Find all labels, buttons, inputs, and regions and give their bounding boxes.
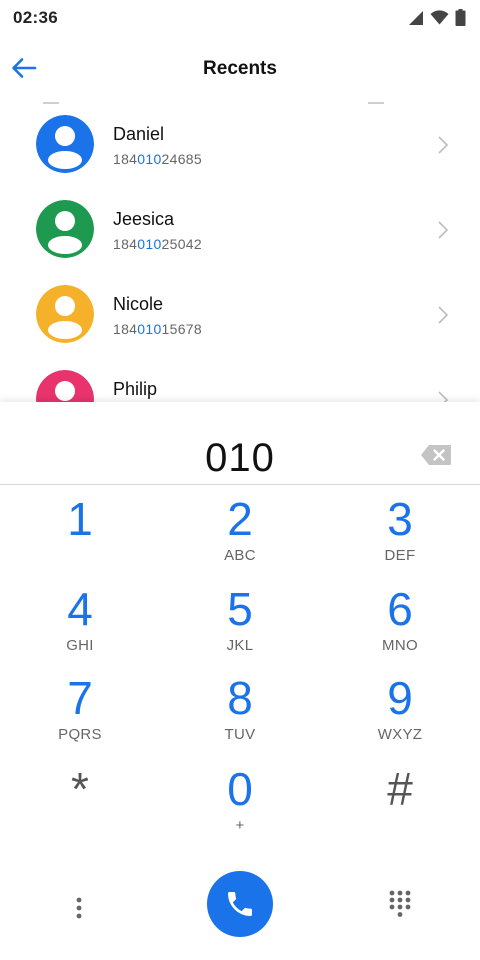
- key-5[interactable]: 5 JKL: [175, 584, 305, 668]
- dialpad-toggle-button[interactable]: [384, 886, 416, 922]
- contact-name: Nicole: [113, 294, 164, 314]
- chevron-right-icon[interactable]: [436, 134, 450, 156]
- number-match-highlight: 010: [137, 321, 162, 337]
- app-bar: Recents: [0, 34, 480, 102]
- dial-input[interactable]: 010: [0, 436, 480, 481]
- contact-name: Jeesica: [113, 209, 175, 229]
- chevron-right-icon[interactable]: [436, 219, 450, 241]
- call-button[interactable]: [207, 871, 273, 937]
- more-vert-icon: [76, 897, 82, 919]
- avatar: [36, 370, 94, 402]
- status-bar: 02:36: [0, 0, 480, 34]
- number-match-highlight: 010: [137, 236, 162, 252]
- contact-number: 18401024685: [113, 151, 202, 167]
- avatar: [36, 115, 94, 173]
- person-icon: [36, 370, 94, 402]
- page-title: Recents: [203, 58, 277, 79]
- key-0[interactable]: 0 +: [175, 764, 305, 848]
- contact-name: Daniel: [113, 124, 165, 144]
- contact-row[interactable]: Nicole 18401015678: [0, 272, 480, 357]
- contact-number: 18401015678: [113, 321, 202, 337]
- key-1[interactable]: 1: [15, 494, 145, 578]
- wifi-icon: [430, 10, 449, 25]
- key-8[interactable]: 8 TUV: [175, 673, 305, 757]
- person-icon: [36, 200, 94, 258]
- status-icons: [408, 9, 466, 26]
- key-3[interactable]: 3 DEF: [335, 494, 465, 578]
- key-7[interactable]: 7 PQRS: [15, 673, 145, 757]
- divider: [0, 484, 480, 485]
- key-9[interactable]: 9 WXYZ: [335, 673, 465, 757]
- number-match-highlight: 010: [137, 151, 162, 167]
- status-time: 02:36: [13, 8, 58, 27]
- key-2[interactable]: 2 ABC: [175, 494, 305, 578]
- dialer-actions: [0, 868, 480, 948]
- more-options-button[interactable]: [64, 888, 94, 928]
- dialpad-icon: [389, 890, 411, 917]
- contact-row[interactable]: Philip: [0, 357, 480, 402]
- contact-number: 18401025042: [113, 236, 202, 252]
- backspace-icon: [421, 445, 451, 465]
- chevron-right-icon[interactable]: [436, 389, 450, 402]
- key-4[interactable]: 4 GHI: [15, 584, 145, 668]
- key-hash[interactable]: #: [335, 764, 465, 848]
- backspace-button[interactable]: [420, 444, 452, 466]
- contact-row[interactable]: Jeesica 18401025042: [0, 187, 480, 272]
- key-star[interactable]: *: [15, 764, 145, 848]
- avatar: [36, 285, 94, 343]
- signal-icon: [409, 10, 423, 25]
- contact-row[interactable]: Daniel 18401024685: [0, 102, 480, 187]
- chevron-right-icon[interactable]: [436, 304, 450, 326]
- person-icon: [36, 115, 94, 173]
- person-icon: [36, 285, 94, 343]
- battery-icon: [455, 9, 466, 26]
- contact-name: Philip: [113, 379, 158, 399]
- avatar: [36, 200, 94, 258]
- phone-icon: [228, 892, 252, 916]
- recents-list[interactable]: Daniel 18401024685 Jeesica 18401025042 N…: [0, 102, 480, 402]
- dialer-panel: 010 1 2 ABC 3 DEF 4 GHI 5 JKL 6 MNO 7 PQ…: [0, 402, 480, 960]
- key-6[interactable]: 6 MNO: [335, 584, 465, 668]
